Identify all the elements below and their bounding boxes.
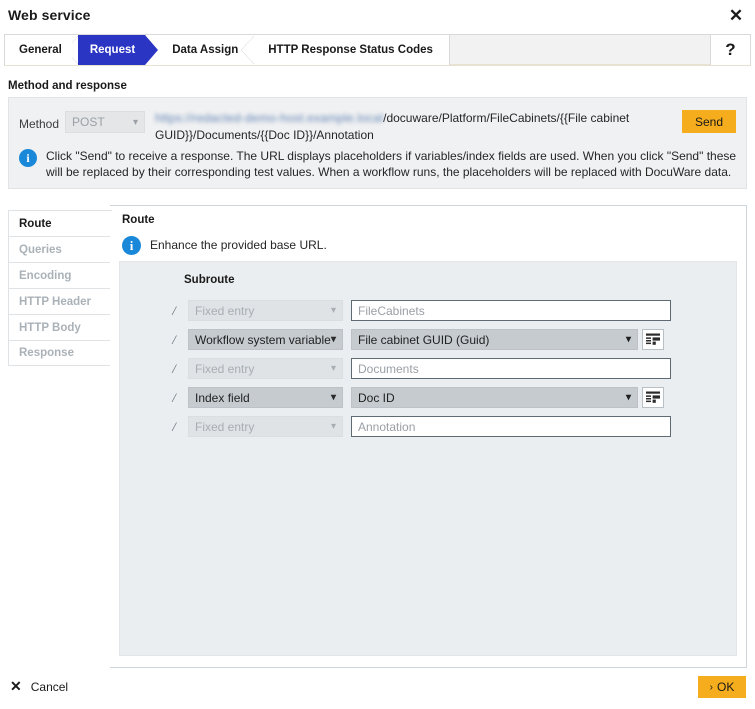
subroute-separator: /: [172, 389, 176, 405]
tab-request[interactable]: Request: [64, 35, 159, 65]
method-response-box: Method POST ▾ https://redacted-demo-host…: [8, 97, 747, 189]
sidebar-item-http-body-label: HTTP Body: [19, 321, 81, 334]
subroute-value-select[interactable]: Doc ID ▾: [351, 387, 638, 408]
subroute-row: / Fixed entry ▾ Annotation: [120, 412, 736, 441]
subroute-value-input[interactable]: Documents: [351, 358, 671, 379]
panel-title: Route: [122, 214, 155, 226]
request-url-redacted-host: https://redacted-demo-host.example.local: [155, 111, 384, 125]
sidebar-item-queries-label: Queries: [19, 243, 62, 256]
cancel-button[interactable]: ✕ Cancel: [10, 678, 68, 695]
subroute-type-select-value: Fixed entry: [195, 303, 255, 318]
subroute-type-select[interactable]: Workflow system variable ▾: [188, 329, 343, 350]
chevron-down-icon: ▾: [330, 363, 336, 374]
subroute-type-select-value: Fixed entry: [195, 361, 255, 376]
tab-data-assign[interactable]: Data Assign: [158, 35, 256, 65]
ok-button[interactable]: › OK: [698, 676, 746, 698]
info-icon: i: [19, 149, 37, 167]
subroute-value-input-text: Documents: [358, 361, 419, 376]
tab-request-label: Request: [89, 44, 136, 56]
tab-data-assign-label: Data Assign: [172, 44, 239, 56]
request-url: https://redacted-demo-host.example.local…: [155, 110, 675, 144]
subroute-type-select-value: Fixed entry: [195, 419, 255, 434]
sidebar-item-response-label: Response: [19, 347, 74, 359]
dialog-footer: ✕ Cancel › OK: [0, 668, 755, 709]
tab-strip: General Request Data Assign HTTP Respons…: [4, 34, 751, 66]
sidebar: Route Queries Encoding HTTP Header HTTP …: [8, 210, 112, 366]
sidebar-item-route[interactable]: Route: [8, 210, 112, 236]
route-panel: Route i Enhance the provided base URL. S…: [110, 205, 747, 668]
chevron-down-icon: ▾: [132, 116, 138, 128]
window-titlebar: Web service ✕: [0, 0, 755, 33]
subroute-value-input[interactable]: Annotation: [351, 416, 671, 437]
sidebar-item-route-label: Route: [19, 217, 52, 230]
chevron-right-icon: ›: [709, 681, 713, 693]
subroute-separator: /: [172, 331, 176, 347]
tabs-container: General Request Data Assign HTTP Respons…: [5, 35, 450, 65]
method-response-section-label: Method and response: [8, 80, 127, 92]
cancel-button-label: Cancel: [30, 679, 69, 694]
subroute-type-select: Fixed entry ▾: [188, 416, 343, 437]
tab-http-response-status-codes[interactable]: HTTP Response Status Codes: [254, 35, 449, 65]
method-select[interactable]: POST ▾: [65, 111, 145, 133]
subroute-separator: /: [172, 418, 176, 434]
chevron-down-icon: ▾: [625, 392, 631, 403]
subroute-title: Subroute: [184, 274, 235, 286]
sidebar-item-response[interactable]: Response: [8, 340, 111, 366]
subroute-value-input-text: Annotation: [358, 419, 416, 434]
subroute-separator: /: [172, 302, 176, 318]
sidebar-item-http-header[interactable]: HTTP Header: [8, 288, 111, 314]
chevron-down-icon: ▾: [330, 392, 336, 403]
subroute-row: / Fixed entry ▾ Documents: [120, 354, 736, 383]
subroute-type-select-value: Workflow system variable: [195, 332, 331, 347]
field-list-picker-button[interactable]: [642, 387, 664, 408]
subroute-type-select: Fixed entry ▾: [188, 358, 343, 379]
close-icon[interactable]: ✕: [725, 5, 747, 27]
subroute-row: / Index field ▾ Doc ID ▾: [120, 383, 736, 412]
subroute-row: / Fixed entry ▾ FileCabinets: [120, 296, 736, 325]
subroute-separator: /: [172, 360, 176, 376]
method-response-info-text: Click "Send" to receive a response. The …: [46, 149, 737, 179]
subroute-box: Subroute / Fixed entry ▾ FileCabinets / Workf…: [119, 261, 737, 656]
chevron-down-icon: ▾: [330, 334, 336, 345]
chevron-down-icon: ▾: [330, 421, 336, 432]
sidebar-item-encoding[interactable]: Encoding: [8, 262, 111, 288]
chevron-down-icon: ▾: [330, 305, 336, 316]
list-settings-icon: [646, 391, 660, 403]
help-button[interactable]: ?: [710, 35, 750, 65]
subroute-row: / Workflow system variable ▾ File cabinet G…: [120, 325, 736, 354]
tab-general-label: General: [19, 44, 62, 56]
subroute-value-input[interactable]: FileCabinets: [351, 300, 671, 321]
subroute-type-select-value: Index field: [195, 390, 250, 405]
send-button[interactable]: Send: [682, 110, 736, 133]
method-select-value: POST: [72, 115, 105, 129]
method-label: Method: [19, 117, 60, 131]
list-settings-icon: [646, 333, 660, 345]
close-icon: ✕: [10, 678, 22, 694]
subroute-type-select[interactable]: Index field ▾: [188, 387, 343, 408]
method-response-info: i Click "Send" to receive a response. Th…: [19, 148, 737, 180]
sidebar-item-http-header-label: HTTP Header: [19, 295, 92, 308]
window-title: Web service: [8, 7, 91, 23]
sidebar-item-queries[interactable]: Queries: [8, 236, 111, 262]
sidebar-item-http-body[interactable]: HTTP Body: [8, 314, 111, 340]
panel-info: i Enhance the provided base URL.: [122, 235, 327, 255]
tab-http-response-status-codes-label: HTTP Response Status Codes: [268, 44, 433, 56]
info-icon: i: [122, 236, 141, 255]
ok-button-label: OK: [717, 680, 735, 694]
subroute-rows: / Fixed entry ▾ FileCabinets / Workflow syste…: [120, 296, 736, 441]
question-mark-icon: ?: [725, 40, 736, 59]
chevron-down-icon: ▾: [625, 334, 631, 345]
subroute-type-select: Fixed entry ▾: [188, 300, 343, 321]
subroute-value-select[interactable]: File cabinet GUID (Guid) ▾: [351, 329, 638, 350]
field-list-picker-button[interactable]: [642, 329, 664, 350]
subroute-value-input-text: FileCabinets: [358, 303, 425, 318]
subroute-value-select-value: File cabinet GUID (Guid): [358, 332, 490, 347]
panel-info-text: Enhance the provided base URL.: [150, 238, 327, 252]
subroute-value-select-value: Doc ID: [358, 390, 395, 405]
sidebar-item-encoding-label: Encoding: [19, 269, 72, 282]
